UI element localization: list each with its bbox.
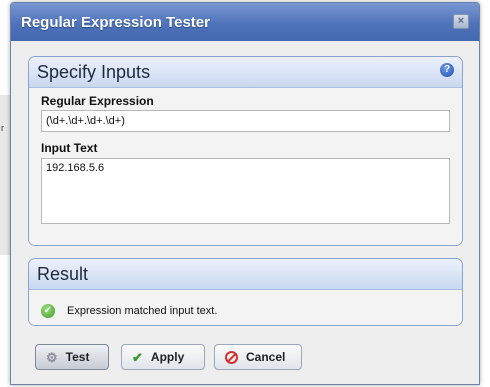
input-text-area[interactable]: 192.168.5.6 (41, 158, 450, 224)
gear-icon: ⚙ (46, 349, 58, 365)
apply-button[interactable]: ✔ Apply (121, 344, 205, 370)
result-message-row: ✓ Expression matched input text. (41, 304, 217, 318)
dialog-titlebar[interactable]: Regular Expression Tester × (11, 3, 479, 41)
result-panel: Result ✓ Expression matched input text. (28, 258, 463, 326)
apply-button-label: Apply (150, 350, 185, 364)
background-strip-text: r (1, 123, 4, 133)
close-icon[interactable]: × (453, 14, 469, 29)
help-icon[interactable]: ? (440, 63, 454, 77)
specify-inputs-title: Specify Inputs (37, 62, 151, 82)
background-strip: r (0, 95, 10, 255)
cancel-button-label: Cancel (246, 350, 286, 364)
input-text-label: Input Text (41, 141, 98, 155)
result-title: Result (37, 264, 89, 284)
result-message: Expression matched input text. (67, 305, 218, 317)
check-circle-icon: ✓ (41, 304, 55, 318)
result-header: Result (29, 259, 462, 290)
result-body: ✓ Expression matched input text. (29, 290, 462, 325)
regex-input[interactable] (41, 110, 450, 132)
cancel-button[interactable]: Cancel (214, 344, 302, 370)
checkmark-icon: ✔ (132, 349, 143, 365)
dialog-title: Regular Expression Tester (21, 14, 210, 31)
specify-inputs-header: Specify Inputs ? (29, 57, 462, 88)
cancel-icon (225, 350, 238, 364)
test-button-label: Test (65, 350, 90, 364)
test-button[interactable]: ⚙ Test (35, 344, 109, 370)
regex-label: Regular Expression (41, 94, 154, 108)
specify-inputs-panel: Specify Inputs ? Regular Expression Inpu… (28, 56, 463, 246)
specify-inputs-body: Regular Expression Input Text 192.168.5.… (29, 88, 462, 245)
regex-tester-dialog: Regular Expression Tester × Specify Inpu… (10, 2, 480, 385)
